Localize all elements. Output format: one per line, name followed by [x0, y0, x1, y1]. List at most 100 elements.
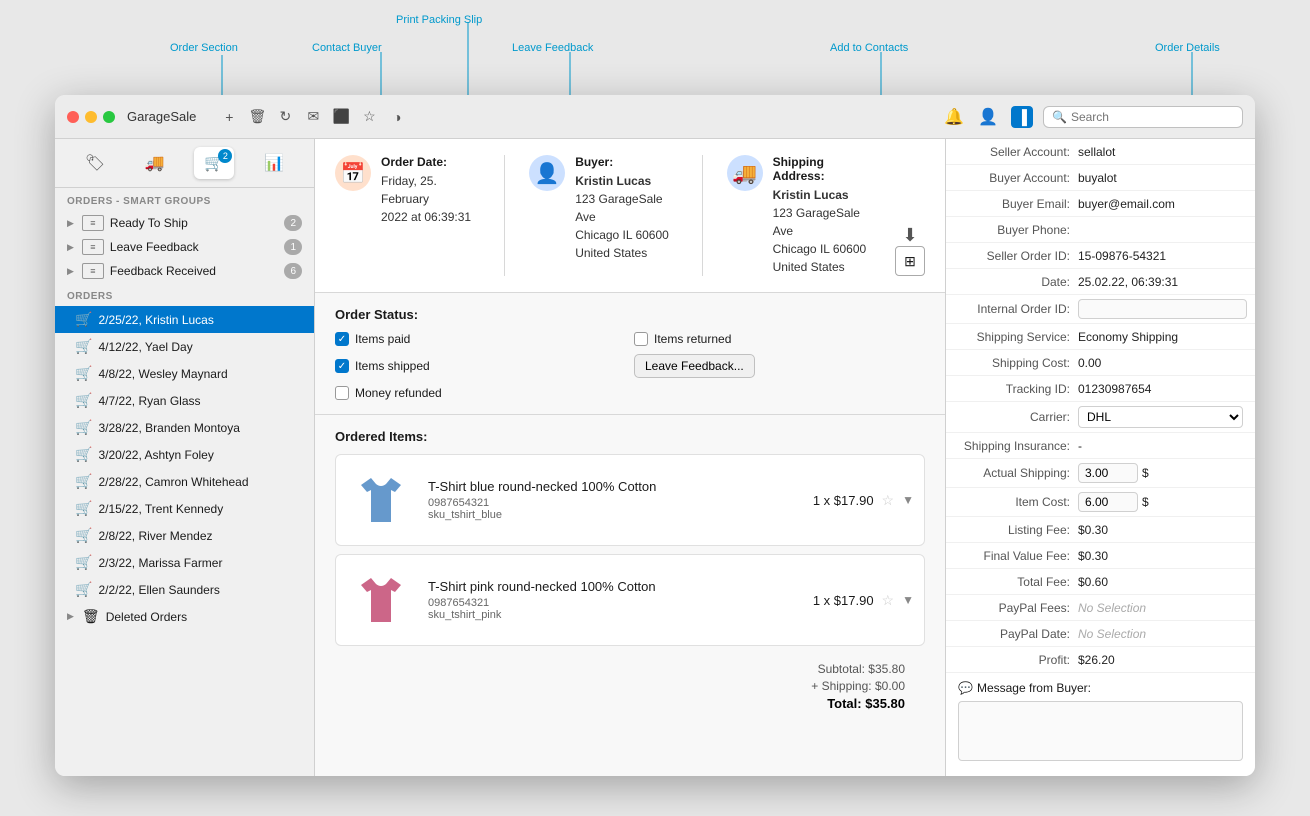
item-name-0: T-Shirt blue round-necked 100% Cotton: [428, 479, 801, 494]
sidebar: 🏷 🚚 🛒 2 📊 ORDERS - SMART GROUPS ▶ ≡ Read…: [55, 139, 315, 776]
order-item-8[interactable]: 🛒 2/8/22, River Mendez: [55, 522, 314, 549]
star-button-1[interactable]: ☆: [882, 592, 895, 609]
star-button-0[interactable]: ☆: [882, 492, 895, 509]
order-item-2[interactable]: 🛒 4/8/22, Wesley Maynard: [55, 360, 314, 387]
order-item-0[interactable]: 🛒 2/25/22, Kristin Lucas: [55, 306, 314, 333]
order-label-4: 3/28/22, Branden Montoya: [98, 421, 239, 435]
order-cart-icon-7: 🛒: [75, 500, 92, 517]
order-item-5[interactable]: 🛒 3/20/22, Ashtyn Foley: [55, 441, 314, 468]
tab-orders[interactable]: 🛒 2: [194, 147, 234, 179]
status-items-paid: Items paid: [335, 332, 626, 346]
order-item-6[interactable]: 🛒 2/28/22, Camron Whitehead: [55, 468, 314, 495]
shipping-cost-label: + Shipping:: [811, 679, 871, 693]
order-item-1[interactable]: 🛒 4/12/22, Yael Day: [55, 333, 314, 360]
order-item-7[interactable]: 🛒 2/15/22, Trent Kennedy: [55, 495, 314, 522]
seller-account-label: Seller Account:: [958, 145, 1078, 159]
actual-shipping-input[interactable]: [1078, 463, 1138, 483]
traffic-lights: [67, 111, 115, 123]
shipping-row: + Shipping: $0.00: [355, 679, 905, 693]
notification-button[interactable]: 🔔: [943, 106, 965, 128]
buyer-section: 👤 Buyer: Kristin Lucas 123 GarageSale Av…: [529, 155, 677, 276]
tab-tags[interactable]: 🏷: [75, 147, 115, 179]
leave-feedback-button[interactable]: Leave Feedback...: [634, 354, 755, 378]
orders-badge: 2: [218, 149, 232, 163]
search-icon: 🔍: [1052, 110, 1067, 124]
profile-button[interactable]: 👤: [977, 106, 999, 128]
order-cart-icon-9: 🛒: [75, 554, 92, 571]
close-button[interactable]: [67, 111, 79, 123]
detail-carrier: Carrier: DHL FedEx UPS USPS: [946, 402, 1255, 433]
qr-icon[interactable]: ⊞: [895, 246, 925, 276]
buyer-account-label: Buyer Account:: [958, 171, 1078, 185]
smart-groups-header: ORDERS - SMART GROUPS: [55, 188, 314, 211]
mail-button[interactable]: ✉: [302, 106, 324, 128]
order-cart-icon-6: 🛒: [75, 473, 92, 490]
tab-truck[interactable]: 🚚: [135, 147, 175, 179]
item-expand-0[interactable]: ▼: [902, 493, 914, 507]
smart-group-icon-1: ≡: [82, 215, 104, 231]
shipping-cost-detail-label: Shipping Cost:: [958, 356, 1078, 370]
detail-buyer-phone: Buyer Phone:: [946, 217, 1255, 243]
status-leave-feedback: Leave Feedback...: [634, 354, 925, 378]
seller-order-id-label: Seller Order ID:: [958, 249, 1078, 263]
internal-order-id-input[interactable]: [1078, 299, 1247, 319]
smart-group-feedback-received[interactable]: ▶ ≡ Feedback Received 6: [55, 259, 314, 283]
smart-group-label-1: Ready To Ship: [110, 216, 279, 230]
checkbox-items-shipped[interactable]: [335, 359, 349, 373]
deleted-chevron-icon: ▶: [67, 611, 74, 622]
detail-profit: Profit: $26.20: [946, 647, 1255, 673]
titlebar: GarageSale + 🗑 ↻ ✉ ⬛ ☆ ◑ 🔔 👤 ▐ 🔍: [55, 95, 1255, 139]
maximize-button[interactable]: [103, 111, 115, 123]
item-cost-input[interactable]: [1078, 492, 1138, 512]
smart-group-count-3: 6: [284, 263, 302, 279]
carrier-select[interactable]: DHL FedEx UPS USPS: [1078, 406, 1243, 428]
ordered-items-section: Ordered Items: T-Shirt blue round-necked…: [315, 415, 945, 776]
tracking-id-label: Tracking ID:: [958, 382, 1078, 396]
item-row-0: T-Shirt blue round-necked 100% Cotton 09…: [335, 454, 925, 546]
download-section: ⬇ ⊞: [895, 155, 925, 276]
order-item-10[interactable]: 🛒 2/2/22, Ellen Saunders: [55, 576, 314, 603]
add-button[interactable]: +: [218, 106, 240, 128]
order-details-annotation: Order Details: [1155, 42, 1220, 54]
search-input[interactable]: [1071, 110, 1231, 124]
deleted-orders-item[interactable]: ▶ 🗑 Deleted Orders: [55, 603, 314, 630]
download-icon[interactable]: ⬇: [902, 225, 917, 246]
sidebar-toggle-button[interactable]: ▐: [1011, 106, 1033, 128]
detail-item-cost: Item Cost: $: [946, 488, 1255, 517]
smart-group-leave-feedback[interactable]: ▶ ≡ Leave Feedback 1: [55, 235, 314, 259]
smart-group-ready-to-ship[interactable]: ▶ ≡ Ready To Ship 2: [55, 211, 314, 235]
checkbox-money-refunded[interactable]: [335, 386, 349, 400]
refresh-button[interactable]: ↻: [274, 106, 296, 128]
export-button[interactable]: ⬛: [330, 106, 352, 128]
tab-chart[interactable]: 📊: [254, 147, 294, 179]
seller-account-value: sellalot: [1078, 145, 1243, 159]
checkbox-items-paid[interactable]: [335, 332, 349, 346]
buyer-icon: 👤: [529, 155, 565, 191]
shipping-cost-value: $0.00: [875, 679, 905, 693]
order-item-9[interactable]: 🛒 2/3/22, Marissa Farmer: [55, 549, 314, 576]
order-cart-icon-10: 🛒: [75, 581, 92, 598]
item-expand-1[interactable]: ▼: [902, 593, 914, 607]
checkbox-items-returned[interactable]: [634, 332, 648, 346]
minimize-button[interactable]: [85, 111, 97, 123]
star-toolbar-button[interactable]: ☆: [358, 106, 380, 128]
item-details-0: T-Shirt blue round-necked 100% Cotton 09…: [428, 479, 801, 521]
titlebar-right: 🔔 👤 ▐ 🔍: [941, 106, 1243, 128]
search-box: 🔍: [1043, 106, 1243, 128]
theme-button[interactable]: ◑: [386, 106, 408, 128]
buyer-city: Chicago IL 60600: [575, 226, 677, 244]
order-label-2: 4/8/22, Wesley Maynard: [98, 367, 227, 381]
shipping-address1: 123 GarageSale Ave: [773, 204, 875, 240]
status-items-returned: Items returned: [634, 332, 925, 346]
smart-group-icon-2: ≡: [82, 239, 104, 255]
order-item-3[interactable]: 🛒 4/7/22, Ryan Glass: [55, 387, 314, 414]
subtotal-row: Subtotal: $35.80: [355, 662, 905, 676]
delete-button[interactable]: 🗑: [246, 106, 268, 128]
message-textarea[interactable]: [958, 701, 1243, 761]
final-value-fee-value: $0.30: [1078, 549, 1243, 563]
internal-order-id-label: Internal Order ID:: [958, 302, 1078, 316]
contact-buyer-annotation: Contact Buyer: [312, 42, 382, 54]
order-date-value: Friday, 25. February: [381, 172, 480, 208]
order-item-4[interactable]: 🛒 3/28/22, Branden Montoya: [55, 414, 314, 441]
sidebar-tabs: 🏷 🚚 🛒 2 📊: [55, 139, 314, 188]
